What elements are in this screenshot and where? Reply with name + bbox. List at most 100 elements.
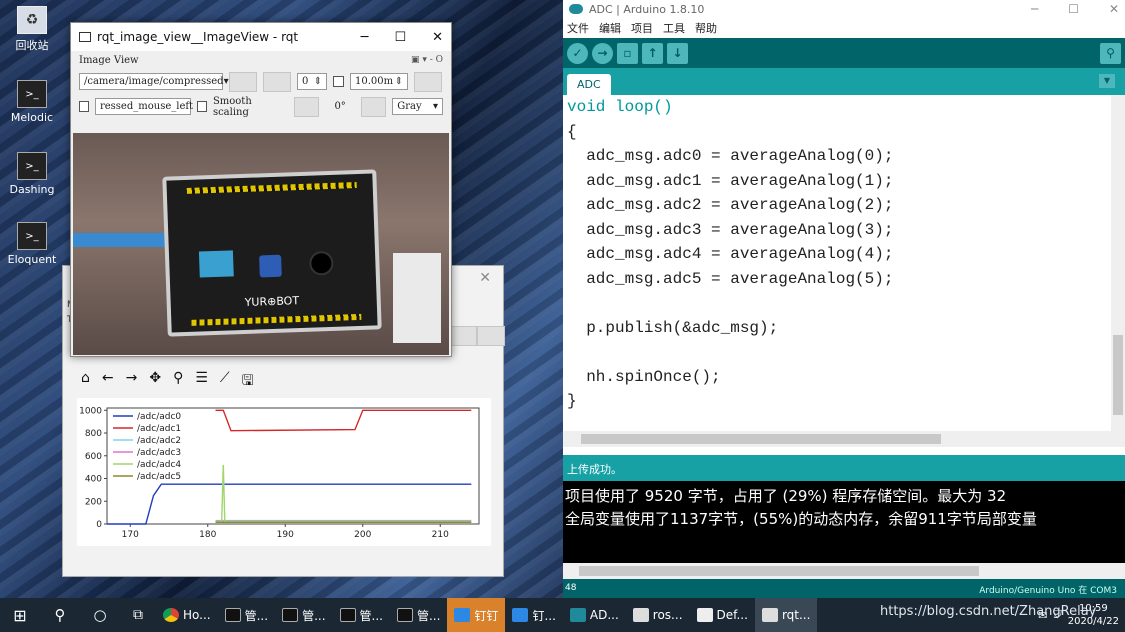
configure-icon[interactable]: ☰	[195, 370, 208, 394]
chevron-down-icon: ▾	[223, 76, 229, 87]
y-tick-label: 600	[85, 452, 102, 462]
menu-help[interactable]: 帮助	[695, 20, 717, 36]
taskbar-item-terminal[interactable]: 管...	[390, 598, 447, 632]
pan-icon[interactable]: ✥	[149, 370, 161, 394]
fit-button[interactable]	[414, 71, 442, 92]
taskbar-label: AD...	[589, 608, 619, 622]
zoom-icon[interactable]: ⚲	[173, 370, 183, 394]
code-line: adc_msg.adc5 = averageAnalog(5);	[567, 269, 894, 288]
taskbar-item-rqt[interactable]: rqt...	[754, 598, 818, 632]
arduino-ide-window[interactable]: ADC | Arduino 1.8.10 ─ ☐ ✕ 文件 编辑 项目 工具 帮…	[563, 0, 1125, 598]
humidity-sensor	[198, 250, 234, 278]
spin-box[interactable]: 0 ⇕	[297, 73, 327, 90]
x-tick-label: 170	[122, 530, 139, 540]
save-icon[interactable]: ↓	[667, 42, 688, 64]
melodic-shortcut[interactable]: >_ Melodic	[6, 80, 58, 124]
taskbar-item-terminal[interactable]: 管...	[218, 598, 275, 632]
terminal-icon: >_	[17, 152, 47, 180]
adc-line-chart: 0 200 400 600 800 1000 170 180 190 200 210/adc/adc…	[79, 406, 480, 540]
dashing-shortcut[interactable]: >_ Dashing	[6, 152, 58, 196]
terminal-icon	[224, 608, 241, 622]
taskbar-item-arduino[interactable]: AD...	[563, 598, 626, 632]
maximize-icon[interactable]: ☐	[394, 30, 406, 45]
save-icon[interactable]: 🖫	[242, 370, 254, 394]
eloquent-shortcut[interactable]: >_ Eloquent	[6, 222, 58, 266]
serial-monitor-icon[interactable]: ⚲	[1100, 42, 1121, 64]
windows-icon: ⊞	[13, 605, 27, 625]
new-file-icon[interactable]: ▫	[617, 42, 638, 64]
rqt-image-view-window[interactable]: rqt_image_view__ImageView - rqt ─ ☐ ✕ Im…	[70, 22, 452, 357]
taskbar-item-terminal[interactable]: 管...	[333, 598, 390, 632]
tab-bar: ADC ▼	[563, 68, 1125, 95]
maximize-icon[interactable]: ☐	[1068, 2, 1079, 16]
rate-spin-box[interactable]: 10.00m ⇕	[350, 73, 408, 90]
taskbar-item-ros[interactable]: ros...	[626, 598, 690, 632]
search-button[interactable]: ⚲	[40, 598, 80, 632]
code-editor[interactable]: void loop() { adc_msg.adc0 = averageAnal…	[563, 95, 1111, 431]
open-icon[interactable]: ↑	[642, 42, 663, 64]
taskbar-item-dingtalk[interactable]: 钉...	[505, 598, 562, 632]
close-icon[interactable]: ✕	[1109, 2, 1119, 16]
menu-file[interactable]: 文件	[567, 20, 589, 36]
close-icon[interactable]: ✕	[479, 270, 491, 286]
code-line: adc_msg.adc0 = averageAnalog(0);	[567, 147, 894, 165]
recycle-bin-shortcut[interactable]: ♻ 回收站	[6, 6, 58, 53]
y-tick-label: 1000	[79, 406, 102, 416]
refresh-button[interactable]	[229, 71, 257, 92]
taskbar-item-dingtalk[interactable]: 钉钉	[447, 598, 506, 632]
legend-label: /adc/adc4	[137, 460, 181, 470]
minimize-icon[interactable]: ─	[1031, 2, 1038, 16]
scroll-thumb[interactable]	[1113, 335, 1123, 415]
smooth-scaling-checkbox[interactable]	[196, 101, 207, 112]
plot-option-button[interactable]	[449, 326, 477, 346]
cortana-button[interactable]: ○	[80, 598, 120, 632]
menu-edit[interactable]: 编辑	[599, 20, 621, 36]
panel-options-icon[interactable]: ▣ ▾ - O	[411, 55, 443, 65]
taskbar-item-chrome[interactable]: Ho...	[156, 598, 218, 632]
console-scrollbar[interactable]	[563, 563, 1125, 579]
menu-tools[interactable]: 工具	[663, 20, 685, 36]
minimize-icon[interactable]: ─	[361, 30, 369, 45]
legend-label: /adc/adc2	[137, 436, 181, 446]
rate-checkbox[interactable]	[333, 76, 344, 87]
verify-icon[interactable]: ✓	[567, 42, 588, 64]
legend-label: /adc/adc5	[137, 472, 181, 482]
console-line: 项目使用了 9520 字节，占用了 (29%) 程序存储空间。最大为 32	[565, 487, 1007, 505]
rotate-right-button[interactable]	[361, 96, 387, 117]
plot-option-button[interactable]	[477, 326, 505, 346]
start-button[interactable]: ⊞	[0, 598, 40, 632]
editor-horizontal-scrollbar[interactable]	[563, 431, 1125, 447]
color-scheme-select[interactable]: Gray ▾	[392, 98, 443, 115]
search-icon: ⚲	[54, 606, 66, 624]
scroll-thumb[interactable]	[579, 566, 979, 576]
upload-icon[interactable]: →	[592, 42, 613, 64]
editor-vertical-scrollbar[interactable]	[1111, 95, 1125, 431]
y-tick-label: 200	[85, 497, 102, 507]
tab-adc[interactable]: ADC	[567, 74, 611, 95]
ide-toolbar: ✓ → ▫ ↑ ↓ ⚲	[563, 38, 1125, 68]
forward-icon[interactable]: →	[126, 370, 138, 394]
mouse-publish-checkbox[interactable]	[79, 101, 89, 112]
close-icon[interactable]: ✕	[432, 30, 443, 45]
mouse-topic-input[interactable]: ressed_mouse_left	[94, 98, 193, 115]
tab-menu-icon[interactable]: ▼	[1099, 74, 1115, 88]
legend-label: /adc/adc1	[137, 424, 181, 434]
home-icon[interactable]: ⌂	[81, 370, 90, 394]
window-titlebar[interactable]: ADC | Arduino 1.8.10 ─ ☐ ✕	[563, 0, 1125, 18]
camera-image[interactable]: YUR⊕BOT	[73, 133, 449, 355]
window-titlebar[interactable]: rqt_image_view__ImageView - rqt ─ ☐ ✕	[71, 23, 451, 51]
desktop-icon-label: Melodic	[10, 111, 54, 124]
rotate-left-button[interactable]	[294, 96, 320, 117]
watermark-text: https://blog.csdn.net/ZhangRelay	[880, 604, 1097, 619]
save-image-button[interactable]	[263, 71, 291, 92]
taskbar-item-terminal[interactable]: 管...	[275, 598, 332, 632]
back-icon[interactable]: ←	[102, 370, 114, 394]
topic-select[interactable]: /camera/image/compressed ▾	[79, 73, 229, 90]
edit-curve-icon[interactable]: ⟋	[220, 370, 230, 394]
terminal-icon	[396, 608, 413, 622]
taskbar-item-default[interactable]: Def...	[690, 598, 755, 632]
scroll-thumb[interactable]	[581, 434, 941, 444]
task-view-button[interactable]: ⧉	[120, 598, 156, 632]
menu-sketch[interactable]: 项目	[631, 20, 653, 36]
